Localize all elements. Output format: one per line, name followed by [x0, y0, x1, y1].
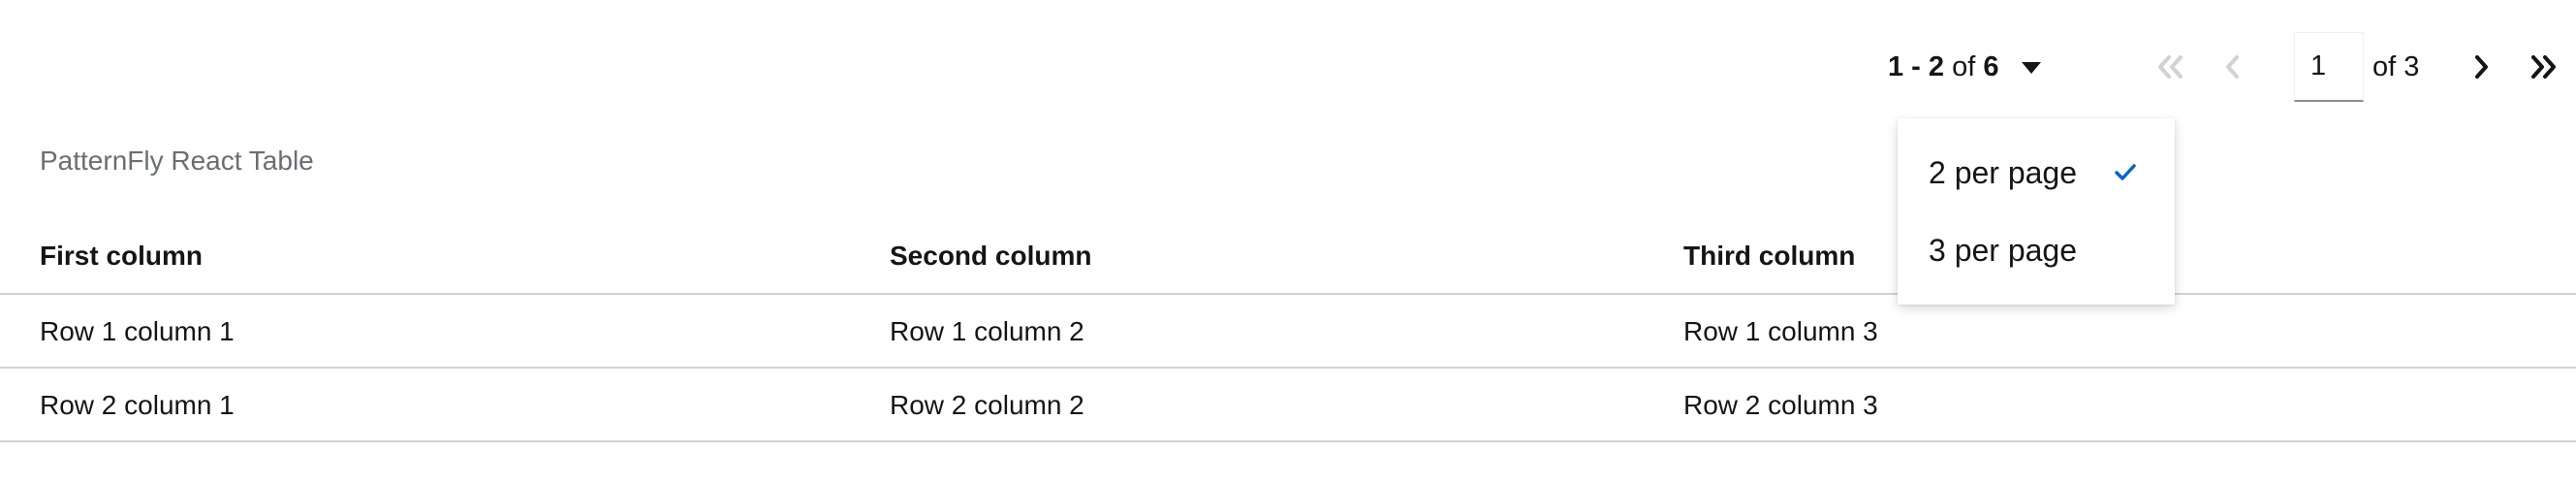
range-label: 1 - 2	[1888, 50, 1945, 82]
check-icon	[2115, 164, 2136, 180]
table-cell: Row 2 column 3	[1683, 390, 1878, 420]
pagination-range-text: 1 - 2 of 6	[1888, 51, 1998, 83]
table-row: Row 1 column 1 Row 1 column 2 Row 1 colu…	[0, 295, 2576, 369]
current-page-input[interactable]	[2294, 32, 2364, 102]
table-cell: Row 2 column 2	[890, 390, 1084, 420]
column-header-second: Second column	[890, 241, 1092, 271]
angle-right-icon	[2475, 55, 2488, 79]
page: 1 - 2 of 6 of 3 P	[0, 0, 2576, 485]
table-cell: Row 1 column 3	[1683, 316, 1878, 346]
table-header-row: First column Second column Third column	[0, 221, 2576, 295]
of-label: of	[1952, 50, 1976, 82]
table-cell: Row 2 column 1	[40, 390, 235, 420]
data-table: First column Second column Third column …	[0, 221, 2576, 442]
pagination-toolbar: 1 - 2 of 6 of 3	[0, 0, 2576, 134]
table-row: Row 2 column 1 Row 2 column 2 Row 2 colu…	[0, 369, 2576, 442]
angle-double-left-icon	[2158, 55, 2183, 79]
angle-left-icon	[2226, 55, 2239, 79]
caret-down-icon	[2022, 62, 2042, 74]
total-count: 6	[1983, 50, 1999, 82]
menu-item-label: 3 per page	[1929, 232, 2078, 268]
per-page-option-2[interactable]: 2 per page	[1898, 134, 2175, 211]
menu-item-label: 2 per page	[1929, 154, 2078, 190]
column-header-first: First column	[40, 241, 204, 271]
last-page-button[interactable]	[2516, 33, 2570, 101]
previous-page-button[interactable]	[2206, 33, 2260, 101]
first-page-button[interactable]	[2144, 33, 2198, 101]
table-caption: PatternFly React Table	[40, 146, 314, 176]
per-page-toggle[interactable]: 1 - 2 of 6	[1888, 31, 2042, 103]
table-cell: Row 1 column 2	[890, 316, 1084, 346]
angle-double-right-icon	[2531, 55, 2556, 79]
per-page-option-3[interactable]: 3 per page	[1898, 211, 2175, 289]
next-page-button[interactable]	[2454, 33, 2508, 101]
column-header-third: Third column	[1683, 241, 1856, 271]
table-cell: Row 1 column 1	[40, 316, 235, 346]
total-pages-label: of 3	[2372, 50, 2420, 82]
per-page-menu: 2 per page 3 per page	[1898, 118, 2175, 305]
